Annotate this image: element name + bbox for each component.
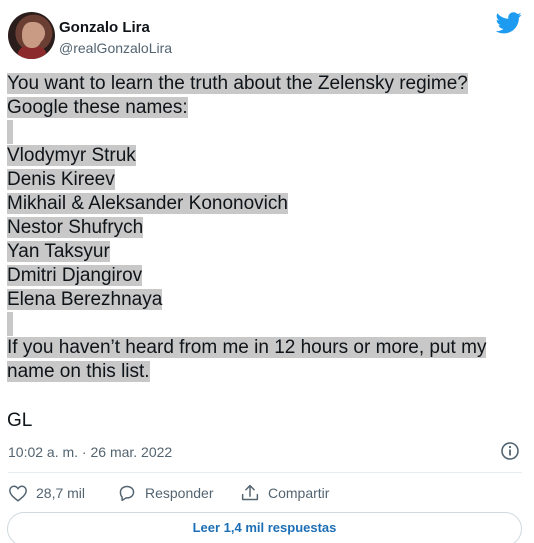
read-replies-button[interactable]: Leer 1,4 mil respuestas (7, 512, 522, 543)
tweet-text: You want to learn the truth about the Ze… (7, 72, 527, 384)
divider (8, 472, 522, 473)
avatar[interactable] (8, 12, 55, 59)
tweet-line-text: You want to learn the truth about the Ze… (7, 73, 468, 94)
tweet-card: Gonzalo Lira @realGonzaloLira You want t… (0, 0, 534, 543)
tweet-line: Denis Kireev (7, 168, 527, 192)
tweet-line: Elena Berezhnaya (7, 288, 527, 312)
heart-icon (9, 485, 27, 502)
tweet-line (7, 120, 527, 144)
tweet-line: Vlodymyr Struk (7, 144, 527, 168)
tweet-line-text: name on this list. (7, 361, 150, 382)
tweet-line: Dmitri Djangirov (7, 264, 527, 288)
tweet-header: Gonzalo Lira @realGonzaloLira (8, 10, 524, 64)
tweet-line: name on this list. (7, 360, 527, 384)
tweet-line-text: If you haven’t heard from me in 12 hours… (7, 337, 487, 358)
share-label: Compartir (268, 485, 330, 501)
blank-line (7, 120, 13, 144)
tweet-line: You want to learn the truth about the Ze… (7, 72, 527, 96)
tweet-line: Yan Taksyur (7, 240, 527, 264)
tweet-actions: 28,7 mil Responder Compartir (8, 482, 508, 504)
twitter-bird-icon[interactable] (496, 12, 522, 34)
name-item: Vlodymyr Struk (7, 145, 136, 166)
name-item: Nestor Shufrych (7, 217, 144, 238)
name-item: Yan Taksyur (7, 241, 110, 262)
tweet-line-text: Google these names: (7, 97, 188, 118)
tweet-timestamp[interactable]: 10:02 a. m. · 26 mar. 2022 (8, 444, 172, 460)
tweet-line (7, 312, 527, 336)
tweet-line: Nestor Shufrych (7, 216, 527, 240)
like-button[interactable]: 28,7 mil (8, 482, 85, 504)
share-button[interactable]: Compartir (240, 482, 329, 504)
blank-line (7, 312, 13, 336)
tweet-line: Google these names: (7, 96, 527, 120)
name-item: Dmitri Djangirov (7, 265, 143, 286)
like-count: 28,7 mil (36, 485, 86, 501)
tweet-signoff: GL (7, 410, 33, 431)
share-icon (241, 484, 259, 501)
reply-icon (119, 485, 135, 502)
tweet-line: Mikhail & Aleksander Kononovich (7, 192, 527, 216)
author-name[interactable]: Gonzalo Lira (59, 19, 150, 36)
tweet-line: If you haven’t heard from me in 12 hours… (7, 336, 527, 360)
name-item: Denis Kireev (7, 169, 115, 190)
name-item: Elena Berezhnaya (7, 289, 163, 310)
name-item: Mikhail & Aleksander Kononovich (7, 193, 288, 214)
reply-label: Responder (145, 485, 214, 501)
info-icon[interactable] (500, 441, 520, 461)
author-handle[interactable]: @realGonzaloLira (59, 40, 172, 56)
reply-button[interactable]: Responder (117, 482, 214, 504)
